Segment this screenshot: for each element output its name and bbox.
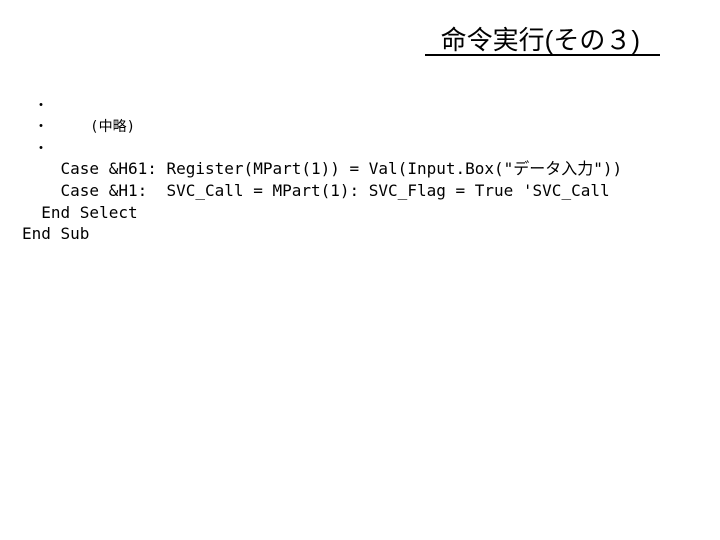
ellipsis-dot: ・ — [22, 141, 48, 157]
code-line: Case &H61: Register(MPart(1)) = Val(Inpu… — [22, 159, 622, 178]
code-block: ・ ・ (中略) ・ Case &H61: Register(MPart(1))… — [22, 72, 622, 245]
title-underline — [425, 54, 660, 56]
slide-page: 命令実行(その３) ・ ・ (中略) ・ Case &H61: Register… — [0, 0, 720, 540]
page-title: 命令実行(その３) — [441, 20, 640, 57]
code-line: End Sub — [22, 224, 89, 243]
code-line: End Select — [22, 203, 138, 222]
ellipsis-dot: ・ — [22, 98, 48, 114]
ellipsis-dot: ・ (中略) — [22, 119, 135, 135]
omitted-label: (中略) — [90, 120, 135, 135]
code-line: Case &H1: SVC_Call = MPart(1): SVC_Flag … — [22, 181, 610, 200]
